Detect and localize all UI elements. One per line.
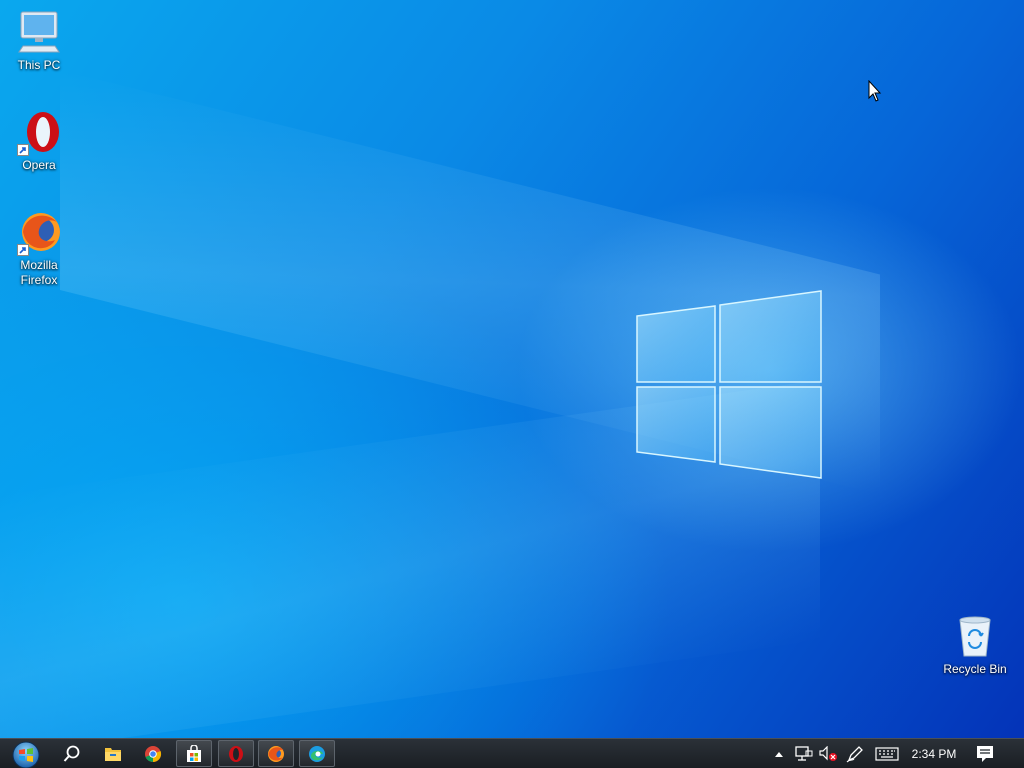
desktop-icon-recycle-bin[interactable]: Recycle Bin [938,612,1012,677]
shortcut-arrow-icon [17,144,29,156]
network-icon [795,746,813,761]
tray-overflow-button[interactable] [772,743,786,765]
opera-icon [229,745,243,762]
start-button[interactable] [6,740,46,768]
tray-touch-keyboard-button[interactable] [873,743,901,765]
desktop-icon-label: Mozilla Firefox [20,258,58,287]
pen-icon [846,746,863,763]
taskbar-store-button[interactable] [176,740,212,767]
windows-orb-icon [12,741,40,768]
folder-icon [105,747,121,761]
taskbar: 2:34 PM [0,738,1024,768]
computer-icon [15,8,63,56]
firefox-icon [268,745,284,762]
action-center-button[interactable] [972,743,998,765]
desktop-icon-label: This PC [17,58,61,72]
windows-logo [636,290,822,479]
opera-icon [15,108,63,156]
shortcut-arrow-icon [17,244,29,256]
tray-pen-workspace-button[interactable] [844,743,866,765]
desktop-wallpaper[interactable]: This PC Opera Mozilla Firefox Recycle Bi… [0,0,1024,738]
notification-icon [977,746,993,762]
desktop-icon-firefox[interactable]: Mozilla Firefox [2,208,76,288]
volume-muted-icon [819,746,837,761]
desktop-icon-label: Recycle Bin [943,662,1007,676]
search-icon [63,745,80,762]
taskbar-edge-button[interactable] [299,740,335,767]
desktop-icon-label: Opera [22,158,56,172]
chevron-up-icon [775,752,783,757]
taskbar-search-button[interactable] [56,740,88,767]
chrome-icon [145,745,162,762]
firefox-icon [15,208,63,256]
taskbar-chrome-button[interactable] [136,740,170,767]
mouse-cursor-icon [868,80,882,102]
clock-time: 2:34 PM [911,747,957,761]
tray-clock[interactable]: 2:34 PM [906,743,962,765]
recycle-bin-icon [951,612,999,660]
taskbar-opera-button[interactable] [218,740,254,767]
desktop-icon-this-pc[interactable]: This PC [2,8,76,73]
edge-icon [309,745,325,762]
tray-volume-button[interactable] [817,743,839,765]
taskbar-file-explorer-button[interactable] [96,740,130,767]
tray-network-button[interactable] [793,743,815,765]
desktop-icon-opera[interactable]: Opera [2,108,76,173]
store-icon [187,744,201,762]
keyboard-icon [875,747,899,761]
taskbar-firefox-button[interactable] [258,740,294,767]
